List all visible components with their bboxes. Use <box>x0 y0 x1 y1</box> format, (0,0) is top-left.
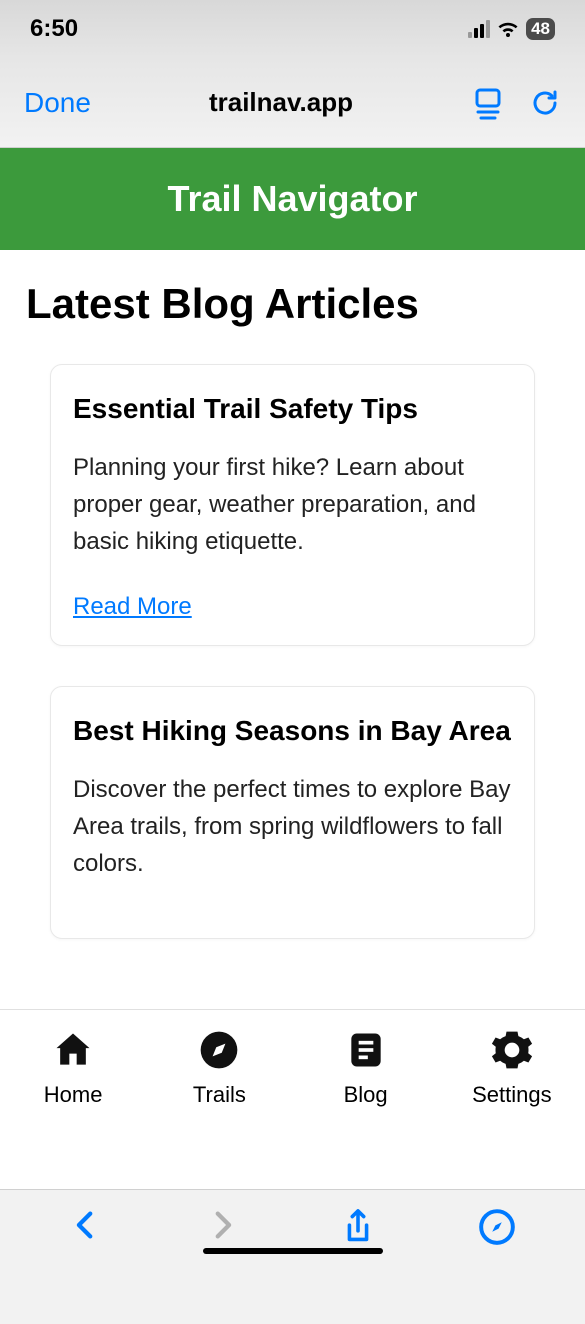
app-title: Trail Navigator <box>0 178 585 220</box>
nav-item-blog[interactable]: Blog <box>293 1028 439 1189</box>
article-card: Essential Trail Safety Tips Planning you… <box>50 364 535 646</box>
article-title: Best Hiking Seasons in Bay Area <box>73 715 512 747</box>
share-icon[interactable] <box>340 1208 376 1248</box>
article-card: Best Hiking Seasons in Bay Area Discover… <box>50 686 535 940</box>
nav-item-settings[interactable]: Settings <box>439 1028 585 1189</box>
status-time: 6:50 <box>30 15 78 43</box>
battery-level: 48 <box>526 18 555 40</box>
browser-top-bar: Done trailnav.app <box>0 58 585 148</box>
wifi-icon <box>496 20 520 38</box>
page-content: Trail Navigator Latest Blog Articles Ess… <box>0 148 585 1189</box>
page-body: Latest Blog Articles Essential Trail Saf… <box>0 250 585 1009</box>
nav-item-home[interactable]: Home <box>0 1028 146 1189</box>
url-display[interactable]: trailnav.app <box>91 87 471 118</box>
nav-label: Trails <box>193 1082 246 1108</box>
safari-compass-icon[interactable] <box>478 1208 516 1246</box>
forward-icon[interactable] <box>205 1208 239 1242</box>
nav-label: Home <box>44 1082 103 1108</box>
app-header: Trail Navigator <box>0 148 585 250</box>
status-bar: 6:50 48 <box>0 0 585 58</box>
status-icons: 48 <box>468 18 555 40</box>
nav-label: Blog <box>344 1082 388 1108</box>
gear-icon <box>490 1028 534 1072</box>
article-icon <box>344 1028 388 1072</box>
done-button[interactable]: Done <box>24 87 91 119</box>
cellular-signal-icon <box>468 20 490 38</box>
home-icon <box>51 1028 95 1072</box>
nav-item-trails[interactable]: Trails <box>146 1028 292 1189</box>
page-title: Latest Blog Articles <box>26 280 559 328</box>
article-excerpt: Planning your first hike? Learn about pr… <box>73 449 512 561</box>
back-icon[interactable] <box>69 1208 103 1242</box>
compass-icon <box>197 1028 241 1072</box>
read-more-link[interactable]: Read More <box>73 593 192 620</box>
nav-label: Settings <box>472 1082 552 1108</box>
home-indicator <box>203 1248 383 1254</box>
app-bottom-nav: Home Trails Blog Settings <box>0 1009 585 1189</box>
article-title: Essential Trail Safety Tips <box>73 393 512 425</box>
reload-icon[interactable] <box>529 87 561 119</box>
reader-tabs-icon[interactable] <box>471 86 505 120</box>
article-excerpt: Discover the perfect times to explore Ba… <box>73 771 512 883</box>
browser-bottom-bar <box>0 1189 585 1324</box>
